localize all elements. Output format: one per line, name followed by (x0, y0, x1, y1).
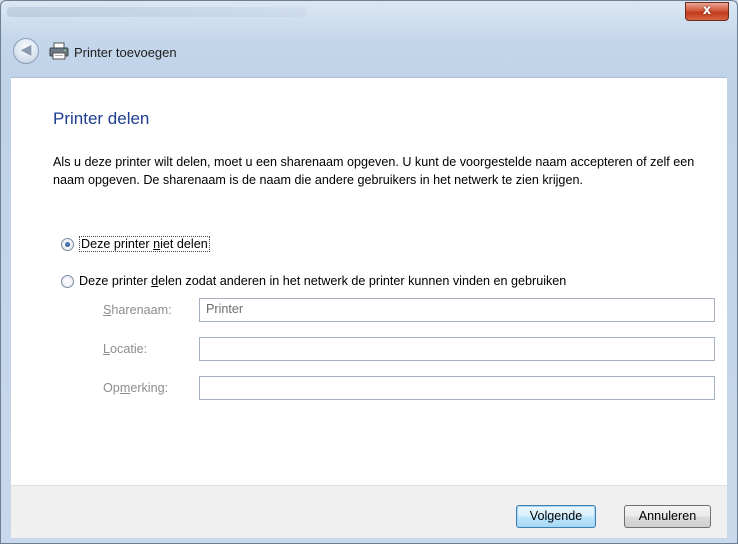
radio-option-no-share[interactable]: Deze printer niet delen (61, 236, 210, 252)
close-button[interactable]: x (685, 2, 729, 21)
radio-button-no-share[interactable] (61, 237, 74, 251)
comment-label: Opmerking: (103, 381, 169, 395)
radio-button-share[interactable] (61, 274, 74, 288)
button-bar: Volgende Annuleren (11, 485, 727, 538)
back-arrow-icon[interactable]: ◀ (13, 38, 39, 64)
title-bar: x (1, 1, 737, 31)
printer-icon (49, 42, 69, 60)
wizard-window: x ◀ Printer toevoegen Printer delen Als … (0, 0, 738, 544)
next-button[interactable]: Volgende (516, 505, 596, 528)
comment-input[interactable] (199, 376, 715, 400)
location-input[interactable] (199, 337, 715, 361)
wizard-header: ◀ Printer toevoegen (9, 35, 729, 75)
location-label: Locatie: (103, 342, 148, 356)
cancel-button[interactable]: Annuleren (624, 505, 711, 528)
sharename-label: Sharenaam: (103, 303, 172, 317)
wizard-title: Printer toevoegen (74, 45, 177, 60)
sharename-input[interactable]: Printer (199, 298, 715, 322)
radio-label-no-share: Deze printer niet delen (79, 236, 210, 252)
description-text: Als u deze printer wilt delen, moet u ee… (53, 155, 695, 187)
radio-label-share: Deze printer delen zodat anderen in het … (79, 274, 567, 288)
page-title: Printer delen (53, 109, 150, 128)
title-bar-ghost-text (7, 7, 307, 17)
radio-option-share[interactable]: Deze printer delen zodat anderen in het … (61, 274, 566, 288)
